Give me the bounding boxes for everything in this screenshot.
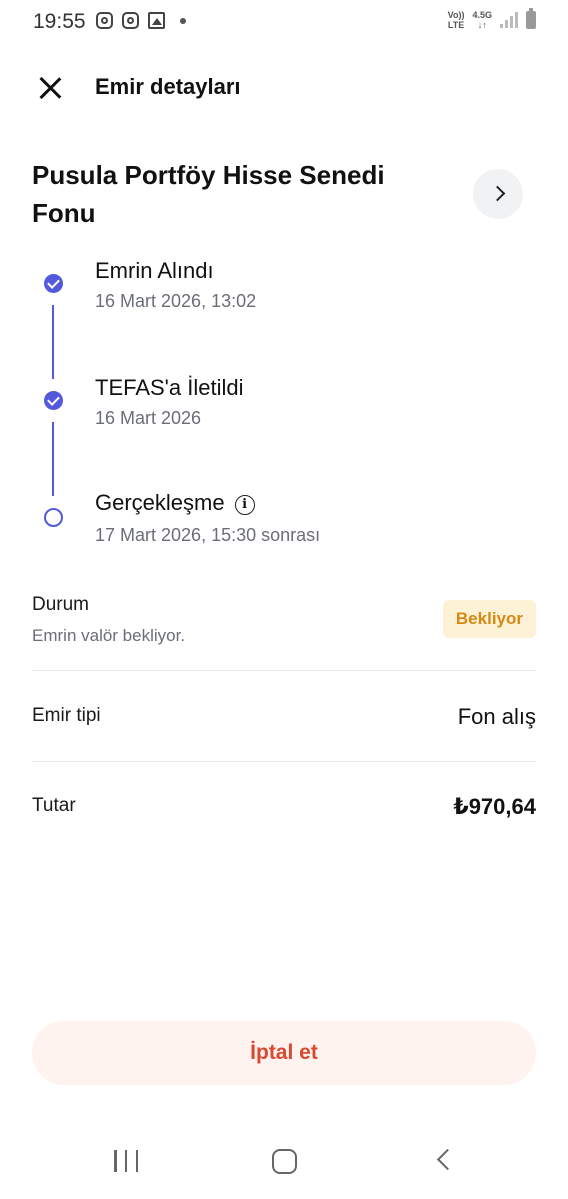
check-circle-icon [44,391,63,410]
cancel-order-button[interactable]: İptal et [32,1021,536,1085]
instagram-icon [122,12,139,29]
notification-icons [96,12,186,29]
status-time: 19:55 [33,10,86,33]
order-details-screen: 19:55 Vo)) LTE 4.5G ↓↑ Emir detayları Pu… [0,0,568,1199]
timeline-step-label: Gerçekleşme [95,490,225,515]
system-navigation-bar [0,1130,568,1199]
back-icon[interactable] [436,1148,459,1171]
timeline-connector [52,422,54,496]
info-icon[interactable]: i [234,495,255,515]
timeline-step-label: TEFAS'a İletildi [95,375,244,400]
timeline-step-label: Emrin Alındı [95,258,214,283]
more-notifications-dot-icon [180,17,186,24]
volte-bottom-text: LTE [447,20,465,30]
home-icon[interactable] [272,1149,297,1174]
timeline-step-date: 17 Mart 2026, 15:30 sonrası [95,525,321,545]
order-type-row: Emir tipi Fon alış [32,704,536,735]
status-badge: Bekliyor [442,600,536,638]
data-speed-arrows-text: ↓↑ [477,20,487,30]
pending-circle-icon [44,508,63,527]
data-speed-top-text: 4.5G [472,10,492,20]
timeline-step-date: 16 Mart 2026 [95,408,202,428]
status-row: Durum Emrin valör bekliyor. Bekliyor [32,594,536,654]
amount-row: Tutar ₺970,64 [32,794,536,825]
volte-icon: Vo)) LTE [448,10,465,30]
status-bar: 19:55 Vo)) LTE 4.5G ↓↑ [0,0,568,44]
battery-icon [526,8,536,29]
order-type-value: Fon alış [457,704,536,729]
page-title: Emir detayları [95,74,241,99]
system-status-icons: Vo)) LTE 4.5G ↓↑ [448,8,536,30]
check-circle-icon [44,274,63,293]
recent-apps-icon[interactable] [114,1150,138,1172]
chevron-right-icon[interactable] [473,169,523,219]
timeline-connector [52,305,54,379]
amount-value: ₺970,64 [453,794,536,819]
volte-top-text: Vo)) [447,10,465,20]
gallery-icon [148,12,165,29]
timeline-step-label-row: Gerçekleşme i [95,490,255,516]
instagram-icon [96,12,113,29]
signal-icon [500,12,518,28]
data-speed-icon: 4.5G ↓↑ [472,10,492,30]
divider [32,670,536,671]
divider [32,761,536,762]
close-icon[interactable] [36,74,64,102]
timeline-step-date: 16 Mart 2026, 13:02 [95,291,257,311]
top-app-bar: Emir detayları [0,66,568,110]
fund-name[interactable]: Pusula Portföy Hisse Senedi Fonu [32,156,432,232]
